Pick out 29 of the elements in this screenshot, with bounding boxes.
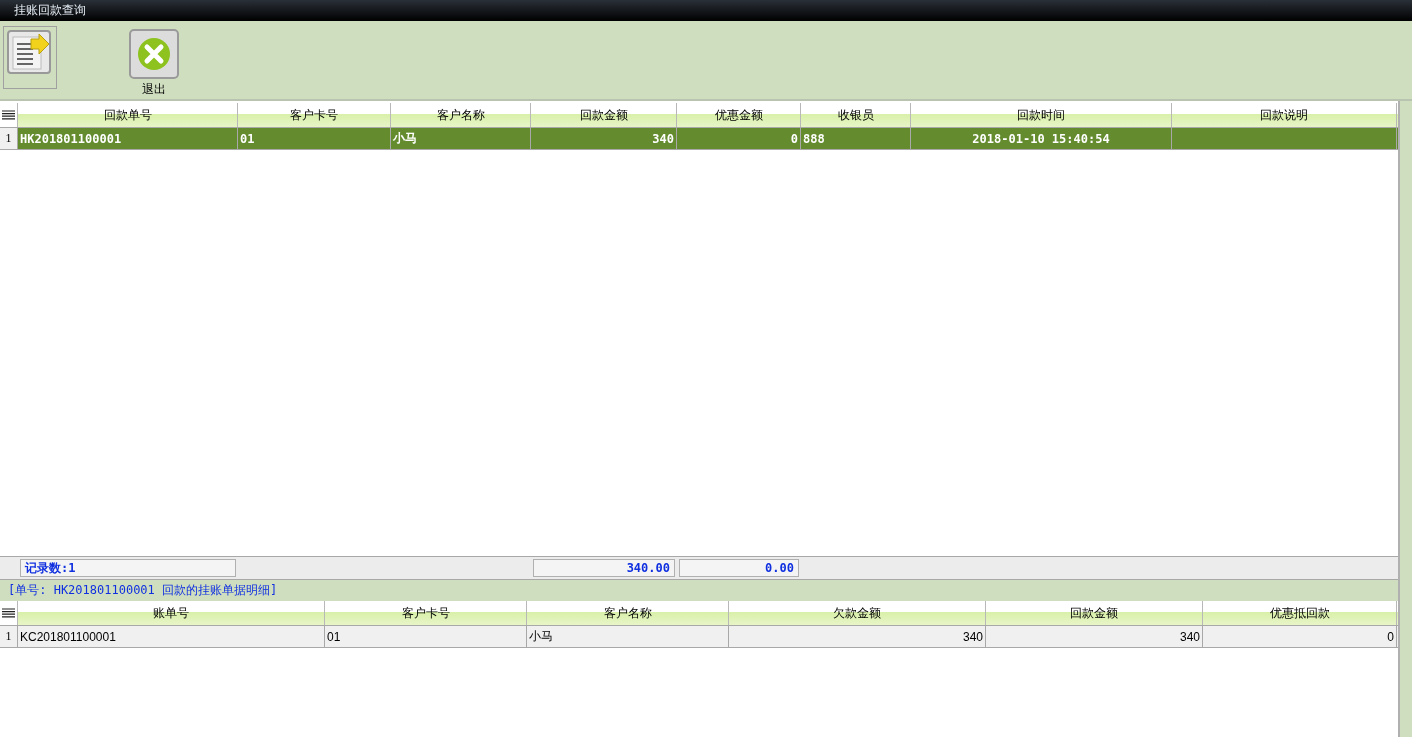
- close-icon: [129, 29, 179, 79]
- exit-button[interactable]: 退出: [129, 29, 179, 98]
- table-cell: 340: [986, 626, 1203, 647]
- export-button[interactable]: [3, 26, 57, 89]
- table-cell: 340: [729, 626, 986, 647]
- table-cell: 01: [238, 128, 391, 149]
- table-cell: 0: [677, 128, 801, 149]
- table-cell: HK201801100001: [18, 128, 238, 149]
- table-cell: 01: [325, 626, 527, 647]
- total-discount: 0.00: [679, 559, 799, 577]
- table-cell: KC201801100001: [18, 626, 325, 647]
- menu-icon: [2, 608, 15, 618]
- table-cell: 小马: [391, 128, 531, 149]
- table-cell: 888: [801, 128, 911, 149]
- window-title: 挂账回款查询: [14, 2, 86, 19]
- table-cell: 0: [1203, 626, 1397, 647]
- table-cell: 2018-01-10 15:40:54: [911, 128, 1172, 149]
- table-row[interactable]: 1 HK201801100001 01 小马 340 0 888 2018-01-10 15:40:54: [0, 127, 1398, 150]
- grid-menu-cell[interactable]: [0, 103, 18, 127]
- total-amount: 340.00: [533, 559, 675, 577]
- record-count: 记录数:1: [20, 559, 236, 577]
- detail-caption: [单号: HK201801100001 回款的挂账单据明细]: [8, 582, 278, 599]
- table-cell: 340: [531, 128, 677, 149]
- row-number: 1: [0, 128, 18, 149]
- menu-icon: [2, 110, 15, 120]
- grid-menu-cell[interactable]: [0, 601, 18, 625]
- table-row[interactable]: 1 KC201801100001 01 小马 340 340 0: [0, 625, 1398, 648]
- scrollbar[interactable]: [1398, 101, 1412, 737]
- table-cell: 小马: [527, 626, 729, 647]
